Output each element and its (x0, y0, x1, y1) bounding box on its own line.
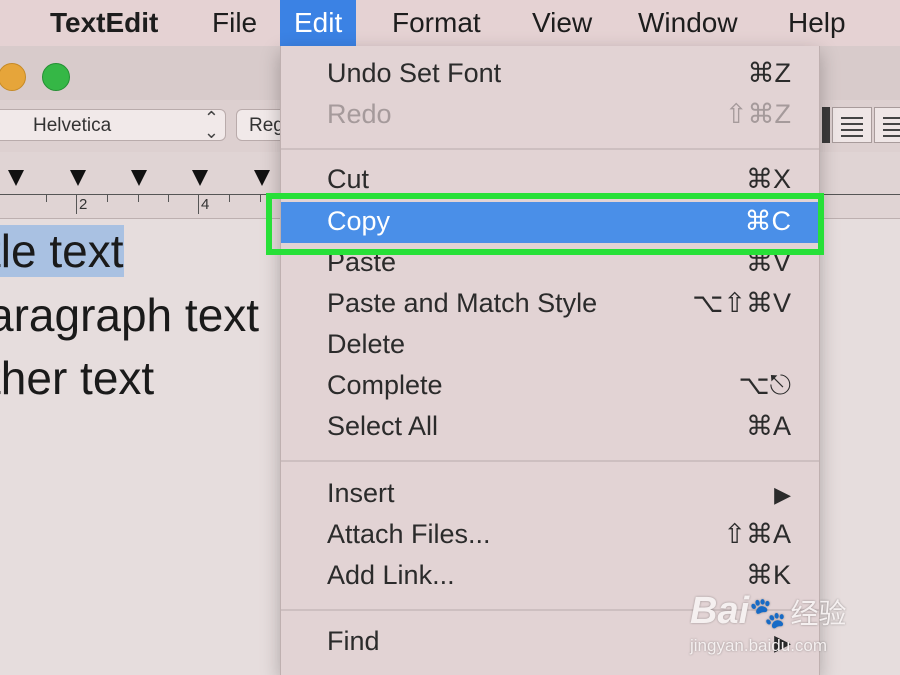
ruler-tick (138, 194, 139, 202)
document-line-other[interactable]: ther text (0, 351, 154, 405)
menu-item-undo[interactable]: Undo Set Font ⌘Z (281, 54, 819, 95)
tab-stop-marker[interactable] (131, 170, 147, 186)
menu-item-shortcut: ⌘X (745, 164, 791, 194)
zoom-button[interactable] (42, 63, 70, 91)
align-center-icon-line (841, 123, 863, 125)
submenu-arrow-icon: ▶ (774, 482, 791, 507)
menu-item-label: Insert (327, 478, 395, 508)
menu-view[interactable]: View (532, 0, 592, 46)
menu-separator (281, 460, 819, 462)
align-center-button[interactable] (832, 107, 872, 143)
align-right-button[interactable] (874, 107, 900, 143)
menu-edit[interactable]: Edit (280, 0, 357, 46)
tab-stop-marker[interactable] (192, 170, 208, 186)
paw-icon: 🐾 (749, 597, 787, 630)
watermark-cn: 经验 (790, 598, 847, 629)
tab-stop-marker[interactable] (70, 170, 86, 186)
document-line-title[interactable]: tle text (0, 224, 124, 278)
menu-item-label: Cut (327, 164, 370, 194)
align-right-icon (883, 117, 900, 119)
align-center-icon (841, 117, 863, 119)
align-center-icon-line (841, 135, 863, 137)
ruler-number: 2 (79, 196, 88, 213)
menu-item-label: Find (327, 626, 380, 656)
menu-item-paste-match-style[interactable]: Paste and Match Style ⌥⇧⌘V (281, 284, 819, 325)
menu-format[interactable]: Format (392, 0, 481, 46)
menu-item-shortcut: ⌘Z (747, 58, 792, 88)
menu-item-redo: Redo ⇧⌘Z (281, 95, 819, 136)
menu-item-complete[interactable]: Complete ⌥⎋ (281, 366, 819, 407)
ruler-tick (76, 194, 77, 214)
edit-menu-dropdown: Undo Set Font ⌘Z Redo ⇧⌘Z Cut ⌘X Copy ⌘C… (280, 46, 820, 675)
align-right-icon-line (883, 123, 900, 125)
align-left-button[interactable] (822, 107, 830, 143)
selected-text: tle text (0, 225, 124, 277)
menu-item-label: Redo (327, 99, 392, 129)
font-family-value: Helvetica (33, 115, 112, 136)
app-menu-textedit[interactable]: TextEdit (50, 0, 158, 46)
menu-item-label: Attach Files... (327, 519, 491, 549)
ruler-tick (198, 194, 199, 214)
menu-item-attach-files[interactable]: Attach Files... ⇧⌘A (281, 515, 819, 556)
ruler-tick (260, 194, 261, 202)
ruler-tick (107, 194, 108, 202)
baidu-jingyan-watermark: Bai🐾 经验 jingyan.baidu.com (690, 590, 847, 655)
menu-item-select-all[interactable]: Select All ⌘A (281, 407, 819, 448)
menu-item-label: Select All (327, 411, 439, 441)
ruler-tick (46, 194, 47, 202)
menu-item-label: Undo Set Font (327, 58, 502, 88)
menu-item-shortcut: ⌘A (745, 411, 791, 441)
font-family-select[interactable]: Helvetica ⌃ ⌄ (0, 109, 226, 141)
menu-item-shortcut: ⌥⎋ (738, 370, 791, 400)
document-line-paragraph[interactable]: aragraph text (0, 288, 259, 342)
menu-item-shortcut: ⇧⌘A (723, 519, 791, 549)
updown-chevron-icon: ⌃ ⌄ (203, 108, 219, 142)
font-style-value: Reg (249, 115, 284, 136)
tab-stop-marker[interactable] (8, 170, 24, 186)
watermark-url: jingyan.baidu.com (690, 636, 828, 655)
menu-bar: TextEdit File Edit Format View Window He… (0, 0, 900, 47)
align-center-icon-line (841, 129, 863, 131)
align-right-icon-line (883, 129, 900, 131)
menu-item-shortcut: ⌘K (745, 560, 791, 590)
menu-help[interactable]: Help (788, 0, 846, 46)
menu-window[interactable]: Window (638, 0, 738, 46)
alignment-group (822, 107, 900, 143)
ruler-number: 4 (201, 196, 210, 213)
tab-stop-marker[interactable] (254, 170, 270, 186)
menu-item-label: Add Link... (327, 560, 455, 590)
menu-item-delete[interactable]: Delete (281, 325, 819, 366)
menu-item-shortcut: ⇧⌘Z (724, 99, 791, 129)
menu-item-label: Delete (327, 329, 406, 359)
copy-callout-box (266, 193, 824, 255)
menu-item-label: Paste and Match Style (327, 288, 598, 318)
menu-item-insert[interactable]: Insert ▶ (281, 474, 819, 515)
ruler-tick (168, 194, 169, 202)
ruler-tick (229, 194, 230, 202)
menu-item-label: Complete (327, 370, 443, 400)
watermark-brand: Bai (690, 590, 750, 632)
menu-file[interactable]: File (212, 0, 257, 46)
menu-separator (281, 148, 819, 150)
align-right-icon-line (883, 135, 900, 137)
menu-item-shortcut: ⌥⇧⌘V (692, 288, 791, 318)
